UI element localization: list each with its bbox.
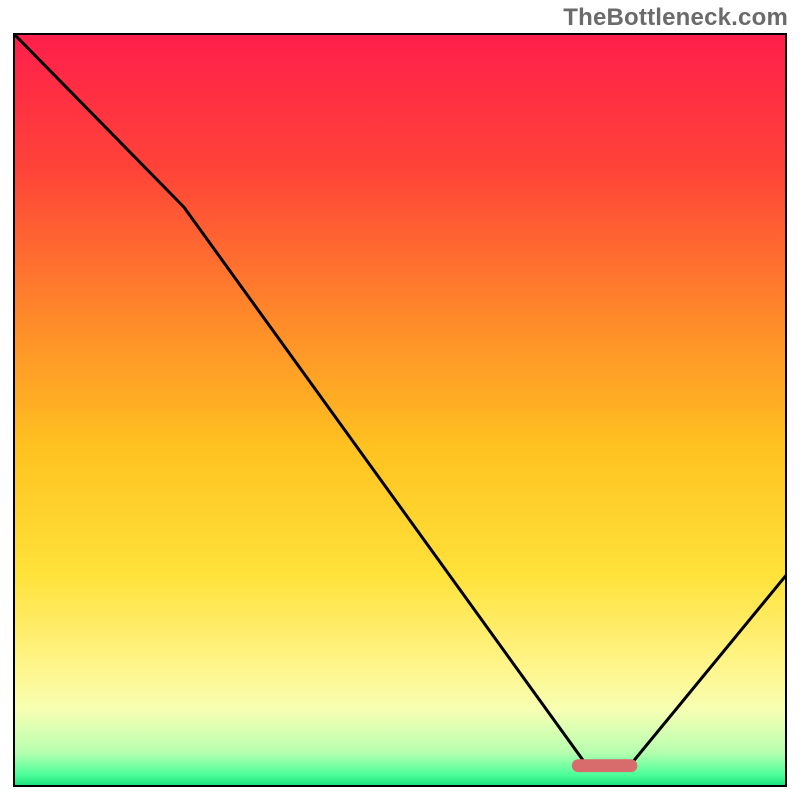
optimal-range-marker [572, 759, 638, 772]
chart-background [14, 34, 786, 786]
watermark-text: TheBottleneck.com [563, 4, 788, 32]
bottleneck-chart: TheBottleneck.com [0, 0, 800, 800]
chart-svg [0, 0, 800, 800]
